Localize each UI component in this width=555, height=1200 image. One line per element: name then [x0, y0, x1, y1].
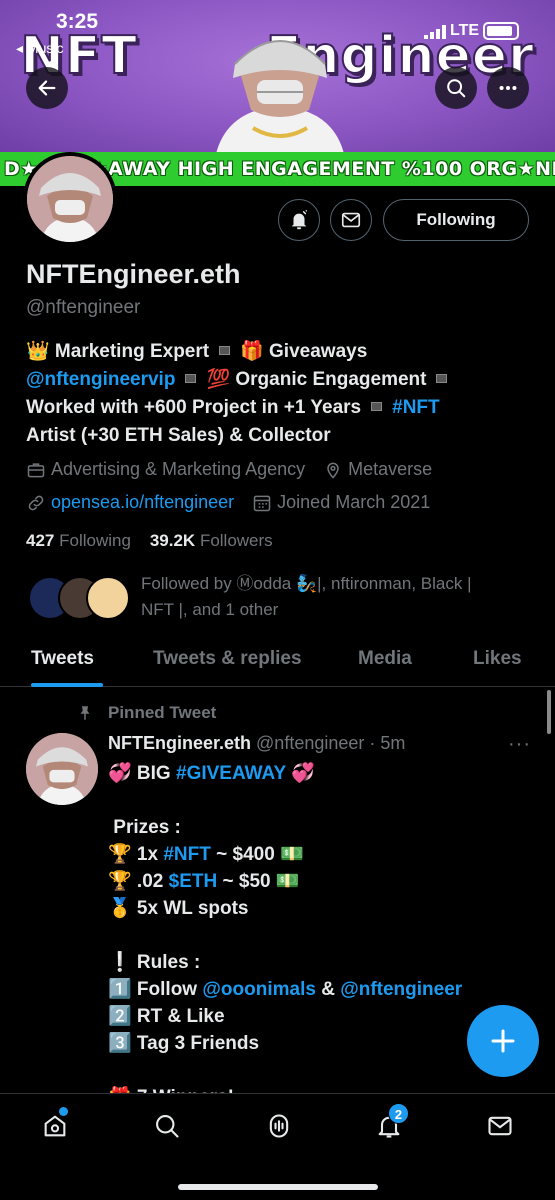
tweet-mention-link[interactable]: @nftengineer [340, 979, 462, 1000]
profile-bio: 👑 Marketing Expert 🎁 Giveaways @nftengine… [26, 338, 536, 450]
calendar-icon [253, 495, 271, 511]
profile-category: Advertising & Marketing Agency [51, 459, 306, 479]
status-time: 3:25 [56, 10, 99, 33]
scrollbar[interactable] [547, 690, 551, 734]
back-button[interactable] [26, 67, 68, 109]
link-icon [28, 495, 44, 510]
tab-tweets-replies[interactable]: Tweets & replies [153, 648, 302, 670]
ape-avatar-image [27, 156, 113, 242]
notify-button[interactable] [278, 199, 320, 241]
more-icon [499, 85, 517, 91]
pin-icon [80, 706, 90, 720]
search-button[interactable] [435, 67, 477, 109]
tweet-line: 🏆 .02 [108, 871, 169, 892]
tweet-line: ~ $400 💵 [210, 844, 304, 865]
pinned-text: Pinned Tweet [108, 703, 217, 722]
profile-display-name: NFTEngineer.eth [26, 259, 241, 289]
message-button[interactable] [330, 199, 372, 241]
nav-search[interactable] [151, 1110, 183, 1142]
notification-badge: 2 [388, 1103, 409, 1124]
follower-avatar [86, 576, 130, 620]
tweet-more-button[interactable]: ··· [508, 733, 531, 756]
nav-home[interactable] [39, 1107, 71, 1142]
profile-tabs: Tweets Tweets & replies Media Likes [0, 632, 555, 687]
nav-spaces[interactable] [263, 1110, 295, 1142]
envelope-icon [341, 212, 361, 228]
bio-mention-link[interactable]: @nftengineervip [26, 369, 175, 390]
home-icon [44, 1115, 66, 1137]
location-pin-icon [327, 462, 339, 479]
plus-icon [491, 1029, 515, 1053]
briefcase-icon [27, 462, 45, 477]
signal-icon [424, 25, 446, 39]
envelope-icon [488, 1116, 512, 1136]
following-count-link[interactable]: 427 Following [26, 531, 131, 550]
followed-by-line: Followed by Ⓜodda 🧞|, nftironman, Blaсk … [141, 574, 472, 593]
following-button[interactable]: Following [383, 199, 529, 241]
followers-count-link[interactable]: 39.2K Followers [150, 531, 273, 550]
followed-by-text[interactable]: Followed by Ⓜodda 🧞|, nftironman, Blaсk … [141, 571, 531, 623]
pinned-label: Pinned Tweet [76, 703, 216, 723]
bio-text: 👑 Marketing Expert [26, 341, 210, 362]
network-label: LTE [450, 22, 480, 39]
bell-plus-icon [291, 210, 308, 230]
tweet-cashtag-link[interactable]: $ETH [169, 871, 218, 892]
ape-avatar-image [26, 733, 98, 805]
followed-by-avatars[interactable] [28, 576, 130, 620]
spaces-microphone-icon [269, 1114, 289, 1138]
tweet-hashtag-link[interactable]: #NFT [163, 844, 211, 865]
tab-likes[interactable]: Likes [473, 648, 522, 670]
tweet-line: 💞 BIG [108, 763, 176, 784]
profile-joined-date: Joined March 2021 [277, 492, 431, 512]
bio-hashtag-link[interactable]: #NFT [392, 397, 440, 418]
tweet-hashtag-link[interactable]: #GIVEAWAY [176, 763, 286, 784]
tweet-line: ~ $50 💵 [217, 871, 300, 892]
active-tab-indicator [31, 683, 103, 687]
status-bar: 3:25 ◂ Music LTE [0, 0, 555, 60]
home-indicator [178, 1184, 378, 1190]
profile-location: Metaverse [348, 459, 433, 479]
tweet-author-avatar[interactable] [26, 733, 98, 805]
tweet-line: 🥇 5x WL spots [108, 898, 249, 919]
tweet-line: Prizes : [108, 817, 181, 838]
following-count: 427 [26, 531, 55, 550]
bio-text: 💯 Organic Engagement [206, 369, 427, 390]
arrow-left-icon [38, 80, 56, 96]
tweet-line: & [315, 979, 341, 1000]
tweet-line: ❕ Rules : [108, 952, 201, 973]
tweet-line: 💞 [285, 763, 315, 784]
profile-website-link[interactable]: opensea.io/nftengineer [51, 492, 234, 513]
bio-text: Artist (+30 ETH Sales) & Collector [26, 425, 331, 446]
followers-label: Followers [199, 531, 273, 550]
profile-meta-row: Advertising & Marketing Agency Metaverse [26, 459, 450, 480]
tweet-line: 1️⃣ Follow [108, 979, 203, 1000]
nav-messages[interactable] [484, 1110, 516, 1142]
tweet-line: 🏆 1x [108, 844, 164, 865]
following-label: Following [59, 531, 131, 550]
profile-avatar[interactable] [23, 152, 117, 246]
search-icon [156, 1115, 179, 1138]
nav-notifications[interactable]: 2 [373, 1103, 409, 1142]
profile-meta-row-2: opensea.io/nftengineer Joined March 2021 [26, 492, 448, 513]
more-button[interactable] [487, 67, 529, 109]
follow-counts: 427 Following 39.2K Followers [26, 531, 273, 551]
bio-text: Worked with +600 Project in +1 Years [26, 397, 362, 418]
compose-tweet-button[interactable] [467, 1005, 539, 1077]
battery-icon [483, 22, 519, 40]
tab-media[interactable]: Media [358, 648, 412, 670]
tweet-meta: @nftengineer · 5m [256, 733, 406, 753]
home-unread-dot [59, 1107, 68, 1116]
followed-by-line: NFT |, and 1 other [141, 600, 279, 619]
back-to-app-link[interactable]: ◂ Music [16, 40, 63, 57]
bio-text: 🎁 Giveaways [240, 341, 368, 362]
profile-handle: @nftengineer [26, 297, 141, 318]
followers-count: 39.2K [149, 531, 196, 550]
search-icon [447, 79, 466, 98]
tweet-mention-link[interactable]: @ooonimals [202, 979, 316, 1000]
tweet-author-name[interactable]: NFTEngineer.eth [108, 733, 251, 753]
tweet-header: NFTEngineer.eth @nftengineer · 5m [108, 733, 405, 754]
tab-tweets[interactable]: Tweets [31, 648, 94, 670]
